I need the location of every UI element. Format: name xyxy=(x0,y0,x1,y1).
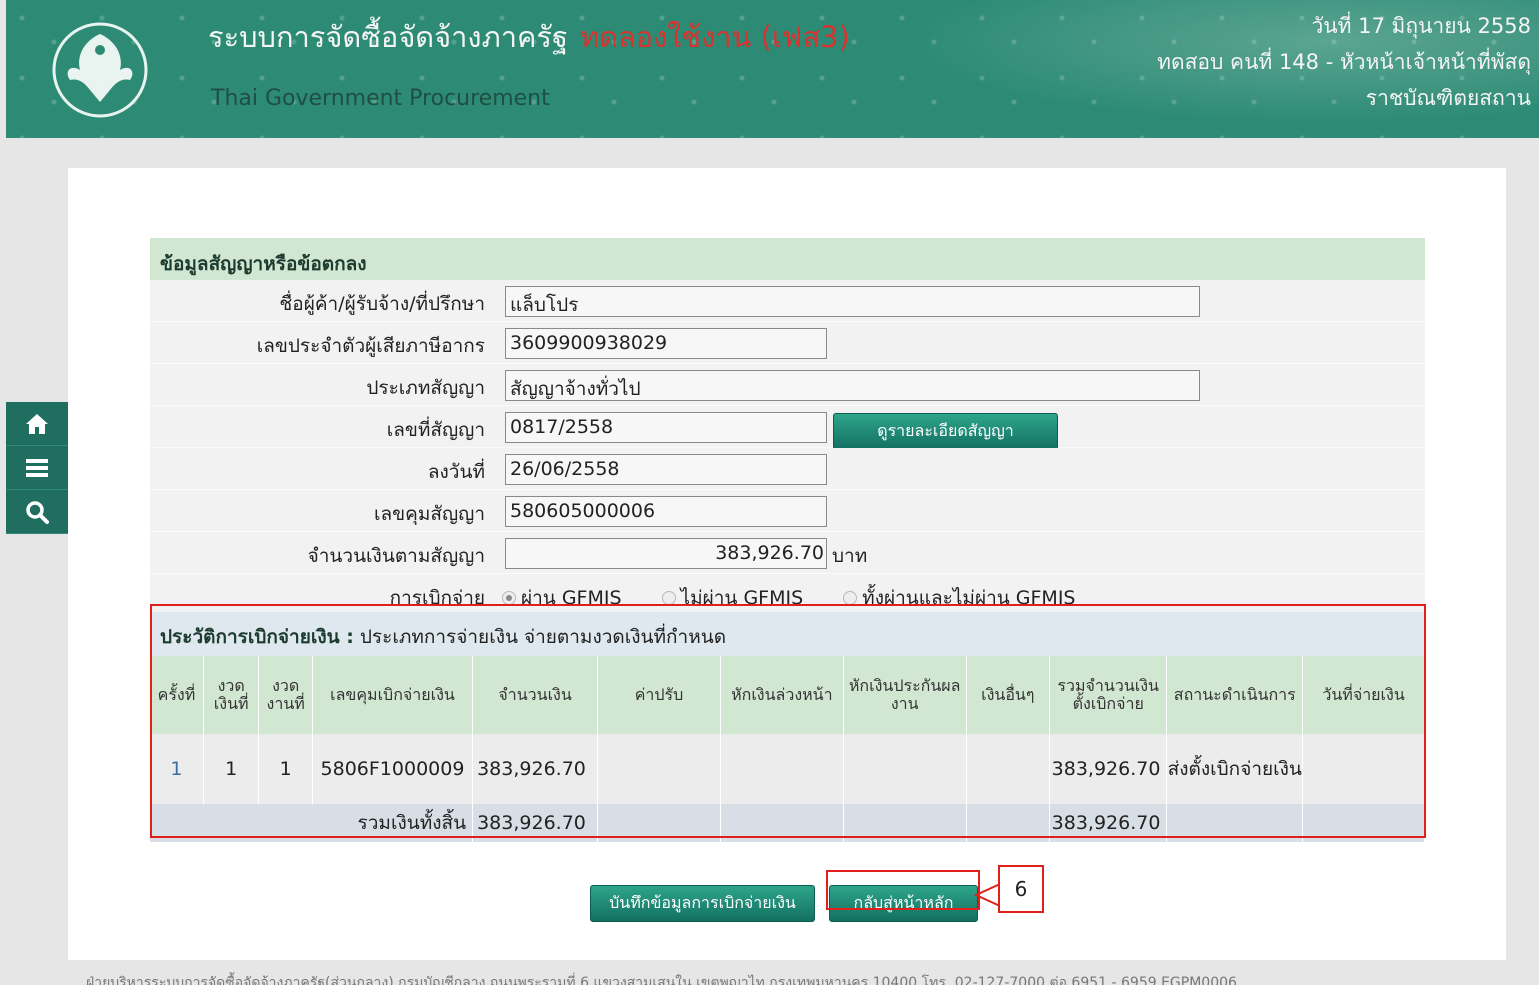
app-header: ระบบการจัดซื้อจัดจ้างภาครัฐ ทดลองใช้งาน (… xyxy=(6,0,1539,138)
contract-section-title: ข้อมูลสัญญาหรือข้อตกลง xyxy=(150,238,1425,280)
contract-type-row: ประเภทสัญญา สัญญาจ้างทั่วไป xyxy=(150,364,1425,406)
current-date: วันที่ 17 มิถุนายน 2558 xyxy=(1311,14,1531,38)
amount-row: จำนวนเงินตามสัญญา 383,926.70 บาท xyxy=(150,532,1425,574)
back-button-highlight-box xyxy=(826,870,980,910)
contract-no-label: เลขที่สัญญา xyxy=(386,419,485,441)
taxid-field[interactable]: 3609900938029 xyxy=(505,328,827,359)
search-icon xyxy=(26,500,49,524)
app-title-th: ระบบการจัดซื้อจัดจ้างภาครัฐ xyxy=(208,20,568,54)
home-button[interactable] xyxy=(6,402,68,446)
app-title: ระบบการจัดซื้อจัดจ้างภาครัฐ ทดลองใช้งาน (… xyxy=(208,14,850,60)
radio-selected-icon xyxy=(502,591,516,605)
amount-label: จำนวนเงินตามสัญญา xyxy=(307,545,485,567)
contract-info-section: ข้อมูลสัญญาหรือข้อตกลง ชื่อผู้ค้า/ผู้รับ… xyxy=(150,238,1425,616)
user-name: ทดสอบ คนที่ 148 - หัวหน้าเจ้าหน้าที่พัสด… xyxy=(1157,50,1531,74)
menu-icon xyxy=(26,458,48,477)
taxid-row: เลขประจำตัวผู้เสียภาษีอากร 3609900938029 xyxy=(150,322,1425,364)
user-org: ราชบัณฑิตยสถาน xyxy=(1365,86,1531,110)
control-no-field[interactable]: 580605000006 xyxy=(505,496,827,527)
control-no-row: เลขคุมสัญญา 580605000006 xyxy=(150,490,1425,532)
menu-button[interactable] xyxy=(6,446,68,490)
footer-text: ฝ่ายบริหารระบบการจัดซื้อจัดจ้างภาครัฐ(ส่… xyxy=(86,975,1237,985)
app-title-en: Thai Government Procurement xyxy=(211,86,550,111)
vendor-field[interactable]: แล็บโปร xyxy=(505,286,1200,317)
vendor-row: ชื่อผู้ค้า/ผู้รับจ้าง/ที่ปรึกษา แล็บโปร xyxy=(150,280,1425,322)
amount-field[interactable]: 383,926.70 xyxy=(505,538,827,569)
test-phase-label: ทดลองใช้งาน (เฟส3) xyxy=(579,20,850,54)
control-no-label: เลขคุมสัญญา xyxy=(373,503,485,525)
user-info: วันที่ 17 มิถุนายน 2558 ทดสอบ คนที่ 148 … xyxy=(1157,8,1531,116)
home-icon xyxy=(26,413,48,434)
search-button[interactable] xyxy=(6,490,68,534)
contract-no-row: เลขที่สัญญา 0817/2558 ดูรายละเอียดสัญญา xyxy=(150,406,1425,450)
view-contract-detail-button[interactable]: ดูรายละเอียดสัญญา xyxy=(833,413,1058,450)
radio-empty-icon xyxy=(843,591,858,605)
radio-empty-icon xyxy=(661,591,676,605)
contract-type-label: ประเภทสัญญา xyxy=(366,377,485,399)
contract-date-label: ลงวันที่ xyxy=(427,461,485,483)
garuda-logo-icon xyxy=(52,22,148,118)
contract-no-field[interactable]: 0817/2558 xyxy=(505,412,827,443)
contract-date-field[interactable]: 26/06/2558 xyxy=(505,454,827,485)
save-disbursement-button[interactable]: บันทึกข้อมูลการเบิกจ่ายเงิน xyxy=(590,885,815,922)
contract-type-field[interactable]: สัญญาจ้างทั่วไป xyxy=(505,370,1200,401)
history-highlight-box xyxy=(150,604,1426,838)
amount-unit: บาท xyxy=(832,545,868,567)
contract-date-row: ลงวันที่ 26/06/2558 xyxy=(150,448,1425,490)
step-callout: 6 xyxy=(998,865,1044,913)
taxid-label: เลขประจำตัวผู้เสียภาษีอากร xyxy=(256,335,485,357)
vendor-label: ชื่อผู้ค้า/ผู้รับจ้าง/ที่ปรึกษา xyxy=(279,293,485,315)
side-toolbar xyxy=(6,402,68,534)
